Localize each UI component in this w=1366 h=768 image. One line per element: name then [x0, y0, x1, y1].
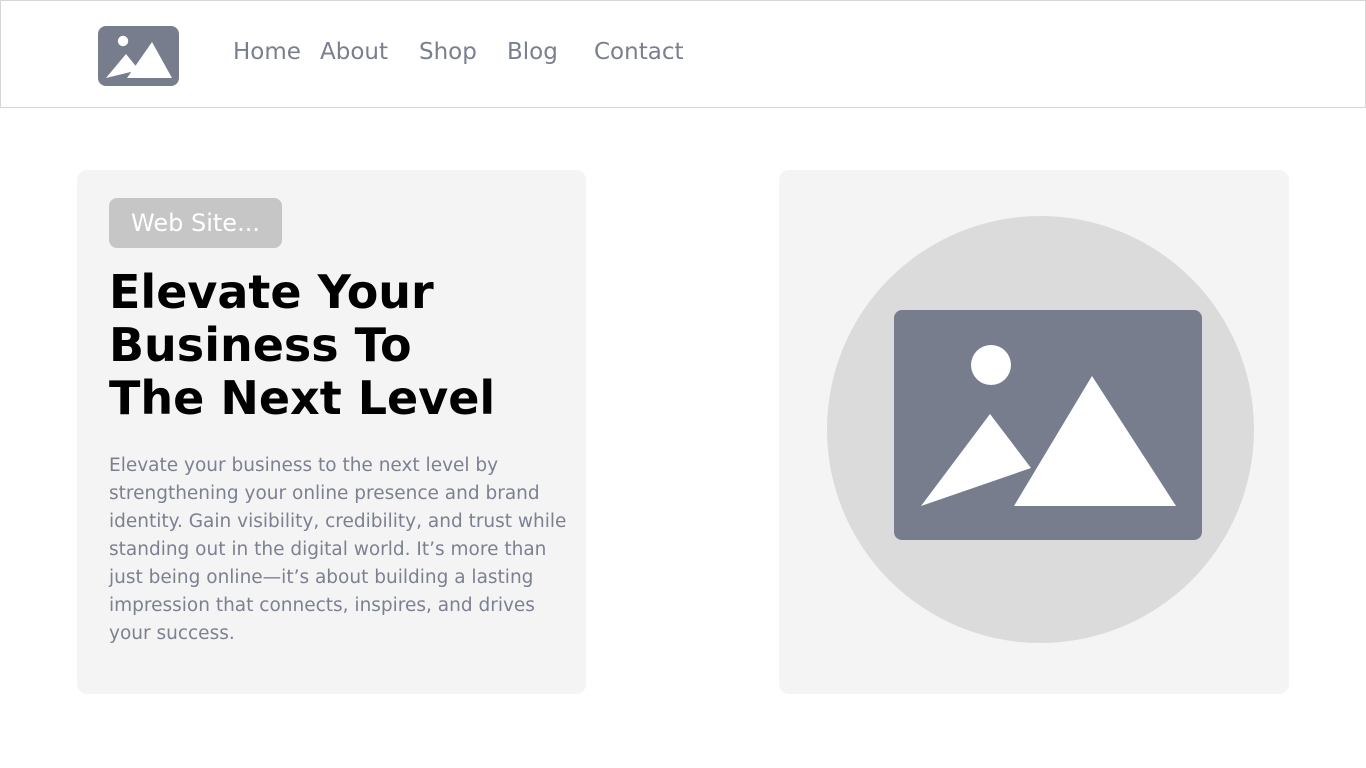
headline-line-1: Elevate Your — [109, 265, 434, 319]
hero-image-placeholder-icon — [894, 310, 1202, 540]
logo-image-placeholder-icon[interactable] — [98, 26, 179, 86]
description-line-7: your success. — [109, 623, 235, 644]
nav-shop-link[interactable]: Shop — [419, 37, 477, 67]
hero-description: Elevate your business to the next level … — [109, 452, 577, 648]
headline-line-2: Business To — [109, 318, 412, 372]
description-line-1: Elevate your business to the next level … — [109, 455, 499, 476]
description-line-4: standing out in the digital world. It’s … — [109, 539, 547, 560]
nav-about-link[interactable]: About — [320, 37, 388, 67]
headline-line-3: The Next Level — [109, 371, 496, 425]
nav-blog-link[interactable]: Blog — [507, 37, 558, 67]
nav-home-link[interactable]: Home — [233, 37, 301, 67]
description-line-3: identity. Gain visibility, credibility, … — [109, 511, 567, 532]
hero-image-card — [779, 170, 1289, 694]
website-badge: Web Site... — [109, 198, 282, 248]
description-line-2: strengthening your online presence and b… — [109, 483, 540, 504]
description-line-5: just being online—it’s about building a … — [109, 567, 534, 588]
description-line-6: impression that connects, inspires, and … — [109, 595, 535, 616]
hero-text-card: Web Site... Elevate Your Business To The… — [77, 170, 586, 694]
nav-contact-link[interactable]: Contact — [594, 37, 683, 67]
hero-headline: Elevate Your Business To The Next Level — [109, 266, 569, 425]
site-header: Home About Shop Blog Contact — [0, 0, 1366, 108]
